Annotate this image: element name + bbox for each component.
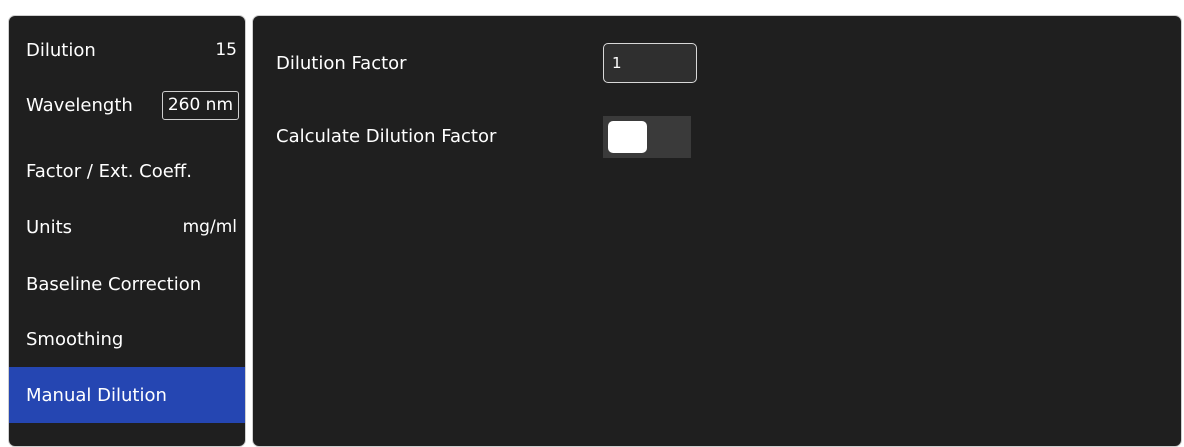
sidebar-item-label: Factor / Ext. Coeff. bbox=[26, 160, 192, 182]
sidebar-item-smoothing[interactable]: Smoothing bbox=[9, 319, 245, 359]
sidebar-item-label: Wavelength bbox=[26, 94, 133, 116]
sidebar-item-baseline-correction[interactable]: Baseline Correction bbox=[9, 264, 245, 304]
toggle-knob bbox=[608, 121, 647, 153]
settings-sidebar: Dilution 15 Wavelength 260 nm Factor / E… bbox=[8, 15, 246, 447]
dilution-factor-input[interactable] bbox=[603, 43, 697, 83]
sidebar-item-dilution[interactable]: Dilution 15 bbox=[9, 30, 245, 70]
sidebar-item-label: Units bbox=[26, 216, 73, 238]
sidebar-item-units[interactable]: Units mg/ml bbox=[9, 207, 245, 247]
sidebar-item-label: Smoothing bbox=[26, 328, 124, 350]
sidebar-item-factor-ext-coeff[interactable]: Factor / Ext. Coeff. bbox=[9, 151, 245, 191]
sidebar-item-label: Manual Dilution bbox=[26, 384, 167, 406]
sidebar-item-manual-dilution[interactable]: Manual Dilution bbox=[9, 367, 245, 423]
sidebar-item-wavelength[interactable]: Wavelength 260 nm bbox=[9, 84, 245, 126]
units-value: mg/ml bbox=[182, 217, 237, 237]
sidebar-item-label: Dilution bbox=[26, 39, 96, 61]
dilution-value: 15 bbox=[215, 40, 237, 60]
manual-dilution-panel: Dilution Factor Calculate Dilution Facto… bbox=[252, 15, 1182, 447]
wavelength-field[interactable]: 260 nm bbox=[161, 90, 239, 120]
calculate-dilution-factor-label: Calculate Dilution Factor bbox=[276, 126, 497, 147]
calculate-dilution-factor-toggle[interactable] bbox=[603, 116, 691, 158]
dilution-factor-label: Dilution Factor bbox=[276, 53, 407, 74]
sidebar-item-label: Baseline Correction bbox=[26, 273, 202, 295]
